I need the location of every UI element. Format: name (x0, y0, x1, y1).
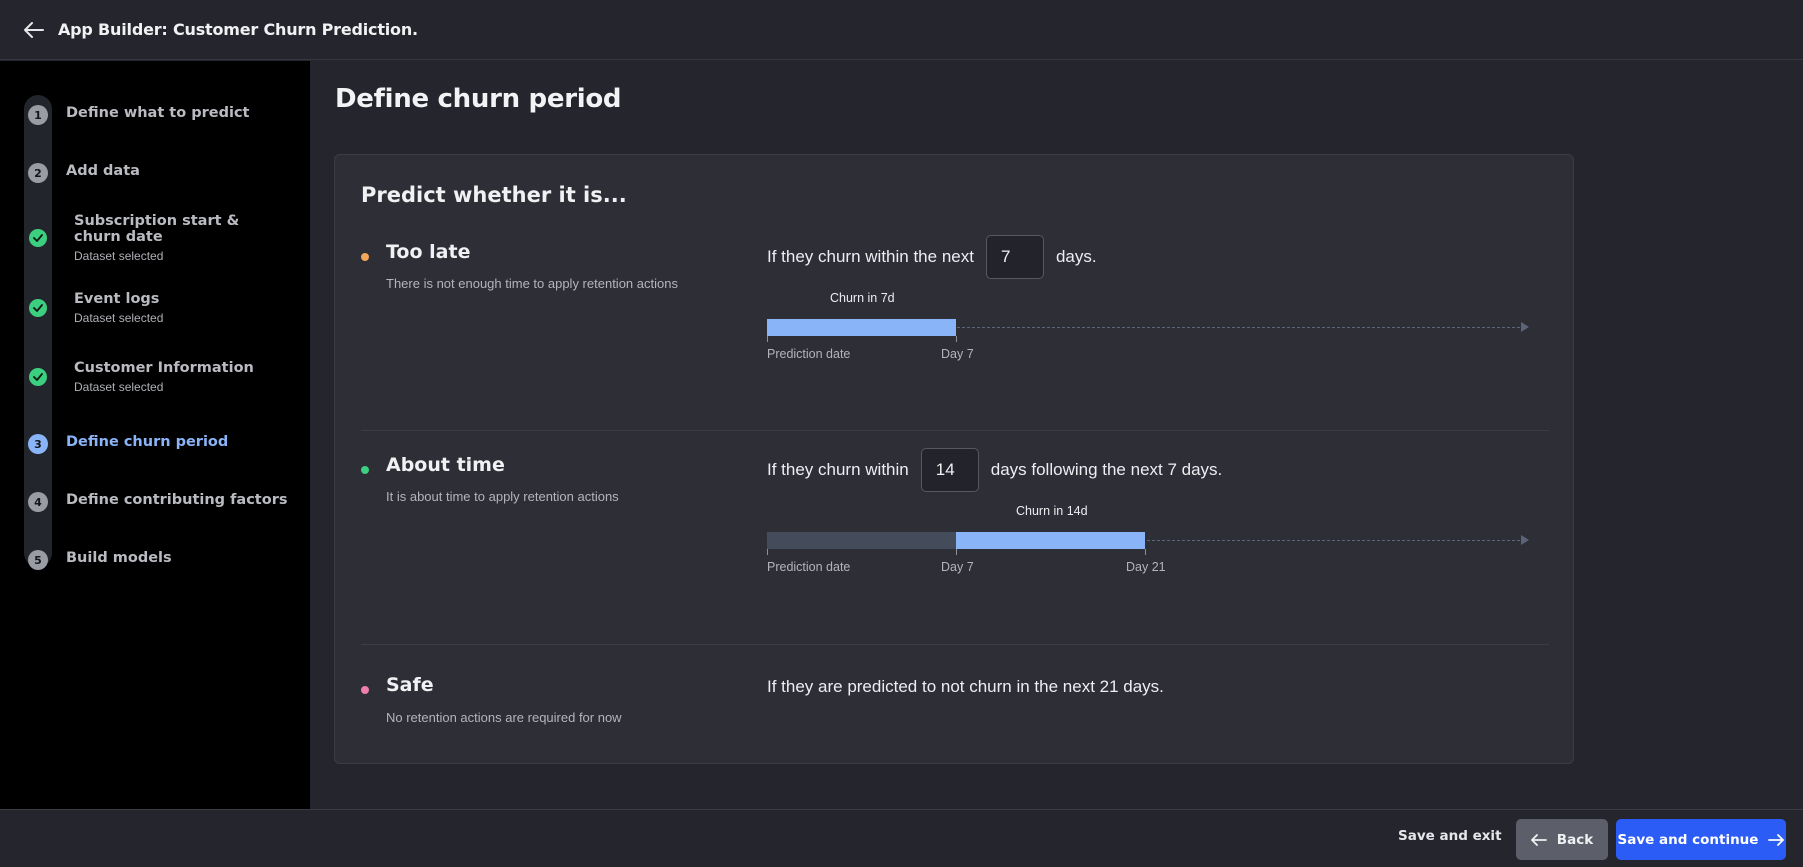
substep-subscription-start[interactable]: Subscription start & churn date Dataset … (0, 209, 310, 269)
sentence-before: If they churn within the next (767, 247, 974, 266)
option-description: No retention actions are required for no… (386, 710, 622, 725)
too-late-days-input[interactable] (985, 235, 1044, 279)
step-label: Build models (66, 550, 172, 566)
sentence-after: days. (1055, 247, 1097, 266)
option-description: It is about time to apply retention acti… (386, 489, 619, 504)
sentence-after: days following the next 7 days. (990, 460, 1223, 479)
page-title: Define churn period (335, 84, 622, 114)
step-number: 3 (28, 434, 48, 454)
sentence-text: If they are predicted to not churn in th… (767, 677, 1164, 696)
timeline-tick (956, 336, 957, 342)
app-title: App Builder: Customer Churn Prediction. (58, 20, 418, 39)
waiting-window-bar (767, 532, 956, 549)
churn-window-bar (767, 319, 956, 336)
churn-window-bar (956, 532, 1145, 549)
option-too-late: Too late There is not enough time to app… (361, 235, 1549, 431)
substep-event-logs[interactable]: Event logs Dataset selected (0, 287, 310, 331)
step-number: 4 (28, 492, 48, 512)
substep-status: Dataset selected (74, 380, 164, 394)
too-late-sentence: If they churn within the next days. (767, 235, 1097, 279)
churn-period-card: Predict whether it is... Too late There … (334, 154, 1574, 764)
option-safe: Safe No retention actions are required f… (361, 670, 1549, 750)
timeline-caption: Churn in 14d (1016, 504, 1088, 518)
too-late-timeline: Churn in 7d Prediction date Day 7 (767, 291, 1533, 361)
step-label: Add data (66, 163, 140, 179)
back-button[interactable]: Back (1516, 819, 1608, 860)
about-time-days-input[interactable] (920, 448, 979, 492)
card-title: Predict whether it is... (361, 183, 627, 207)
back-arrow-icon[interactable] (22, 18, 46, 42)
continue-label: Save and continue (1617, 831, 1759, 848)
orange-dot-icon (361, 253, 369, 261)
wizard-sidebar: 1 Define what to predict 2 Add data Subs… (0, 61, 310, 809)
step-label: Define what to predict (66, 105, 250, 121)
about-time-sentence: If they churn within days following the … (767, 448, 1222, 492)
step-label: Define churn period (66, 434, 229, 450)
save-and-continue-button[interactable]: Save and continue (1616, 819, 1786, 860)
wizard-footer: Save and exit Back Save and continue (0, 809, 1803, 867)
option-title: Safe (386, 674, 434, 696)
check-circle-icon (29, 368, 47, 386)
option-about-time: About time It is about time to apply ret… (361, 448, 1549, 645)
timeline-end-label: Day 7 (941, 347, 974, 361)
step-number: 1 (28, 105, 48, 125)
safe-sentence: If they are predicted to not churn in th… (767, 670, 1164, 704)
timeline-start-label: Prediction date (767, 560, 851, 574)
arrow-right-icon (1768, 833, 1785, 846)
option-title: About time (386, 454, 505, 476)
timeline-end-label: Day 21 (1126, 560, 1166, 574)
option-title: Too late (386, 241, 471, 263)
timeline-tick (956, 549, 957, 555)
save-and-exit-button[interactable]: Save and exit (1398, 828, 1502, 844)
substep-label: Customer Information (74, 360, 254, 376)
check-circle-icon (29, 299, 47, 317)
step-number: 5 (28, 550, 48, 570)
step-label: Define contributing factors (66, 492, 288, 508)
option-description: There is not enough time to apply retent… (386, 276, 678, 291)
timeline-tick (1145, 549, 1146, 555)
step-define-contributing-factors[interactable]: 4 Define contributing factors (0, 484, 310, 520)
step-number: 2 (28, 163, 48, 183)
timeline-tick (767, 549, 768, 555)
timeline-start-label: Prediction date (767, 347, 851, 361)
timeline-caption: Churn in 7d (830, 291, 895, 305)
sentence-before: If they churn within (767, 460, 909, 479)
pink-dot-icon (361, 686, 369, 694)
timeline-tick (767, 336, 768, 342)
substep-status: Dataset selected (74, 311, 164, 325)
step-define-what-to-predict[interactable]: 1 Define what to predict (0, 97, 310, 133)
timeline-arrow-icon (1521, 535, 1529, 545)
substep-status: Dataset selected (74, 249, 164, 263)
timeline-arrow-icon (1521, 322, 1529, 332)
substep-label: Subscription start & churn date (74, 213, 240, 245)
back-label: Back (1556, 831, 1594, 848)
check-circle-icon (29, 229, 47, 247)
step-add-data[interactable]: 2 Add data (0, 155, 310, 191)
timeline-mid-label: Day 7 (941, 560, 974, 574)
substep-customer-information[interactable]: Customer Information Dataset selected (0, 356, 310, 400)
substep-label: Event logs (74, 291, 160, 307)
step-build-models[interactable]: 5 Build models (0, 542, 310, 578)
green-dot-icon (361, 466, 369, 474)
arrow-left-icon (1530, 833, 1547, 846)
top-header: App Builder: Customer Churn Prediction. (0, 0, 1803, 60)
about-time-timeline: Churn in 14d Prediction date Day 7 Day 2… (767, 504, 1533, 574)
step-define-churn-period[interactable]: 3 Define churn period (0, 426, 310, 462)
